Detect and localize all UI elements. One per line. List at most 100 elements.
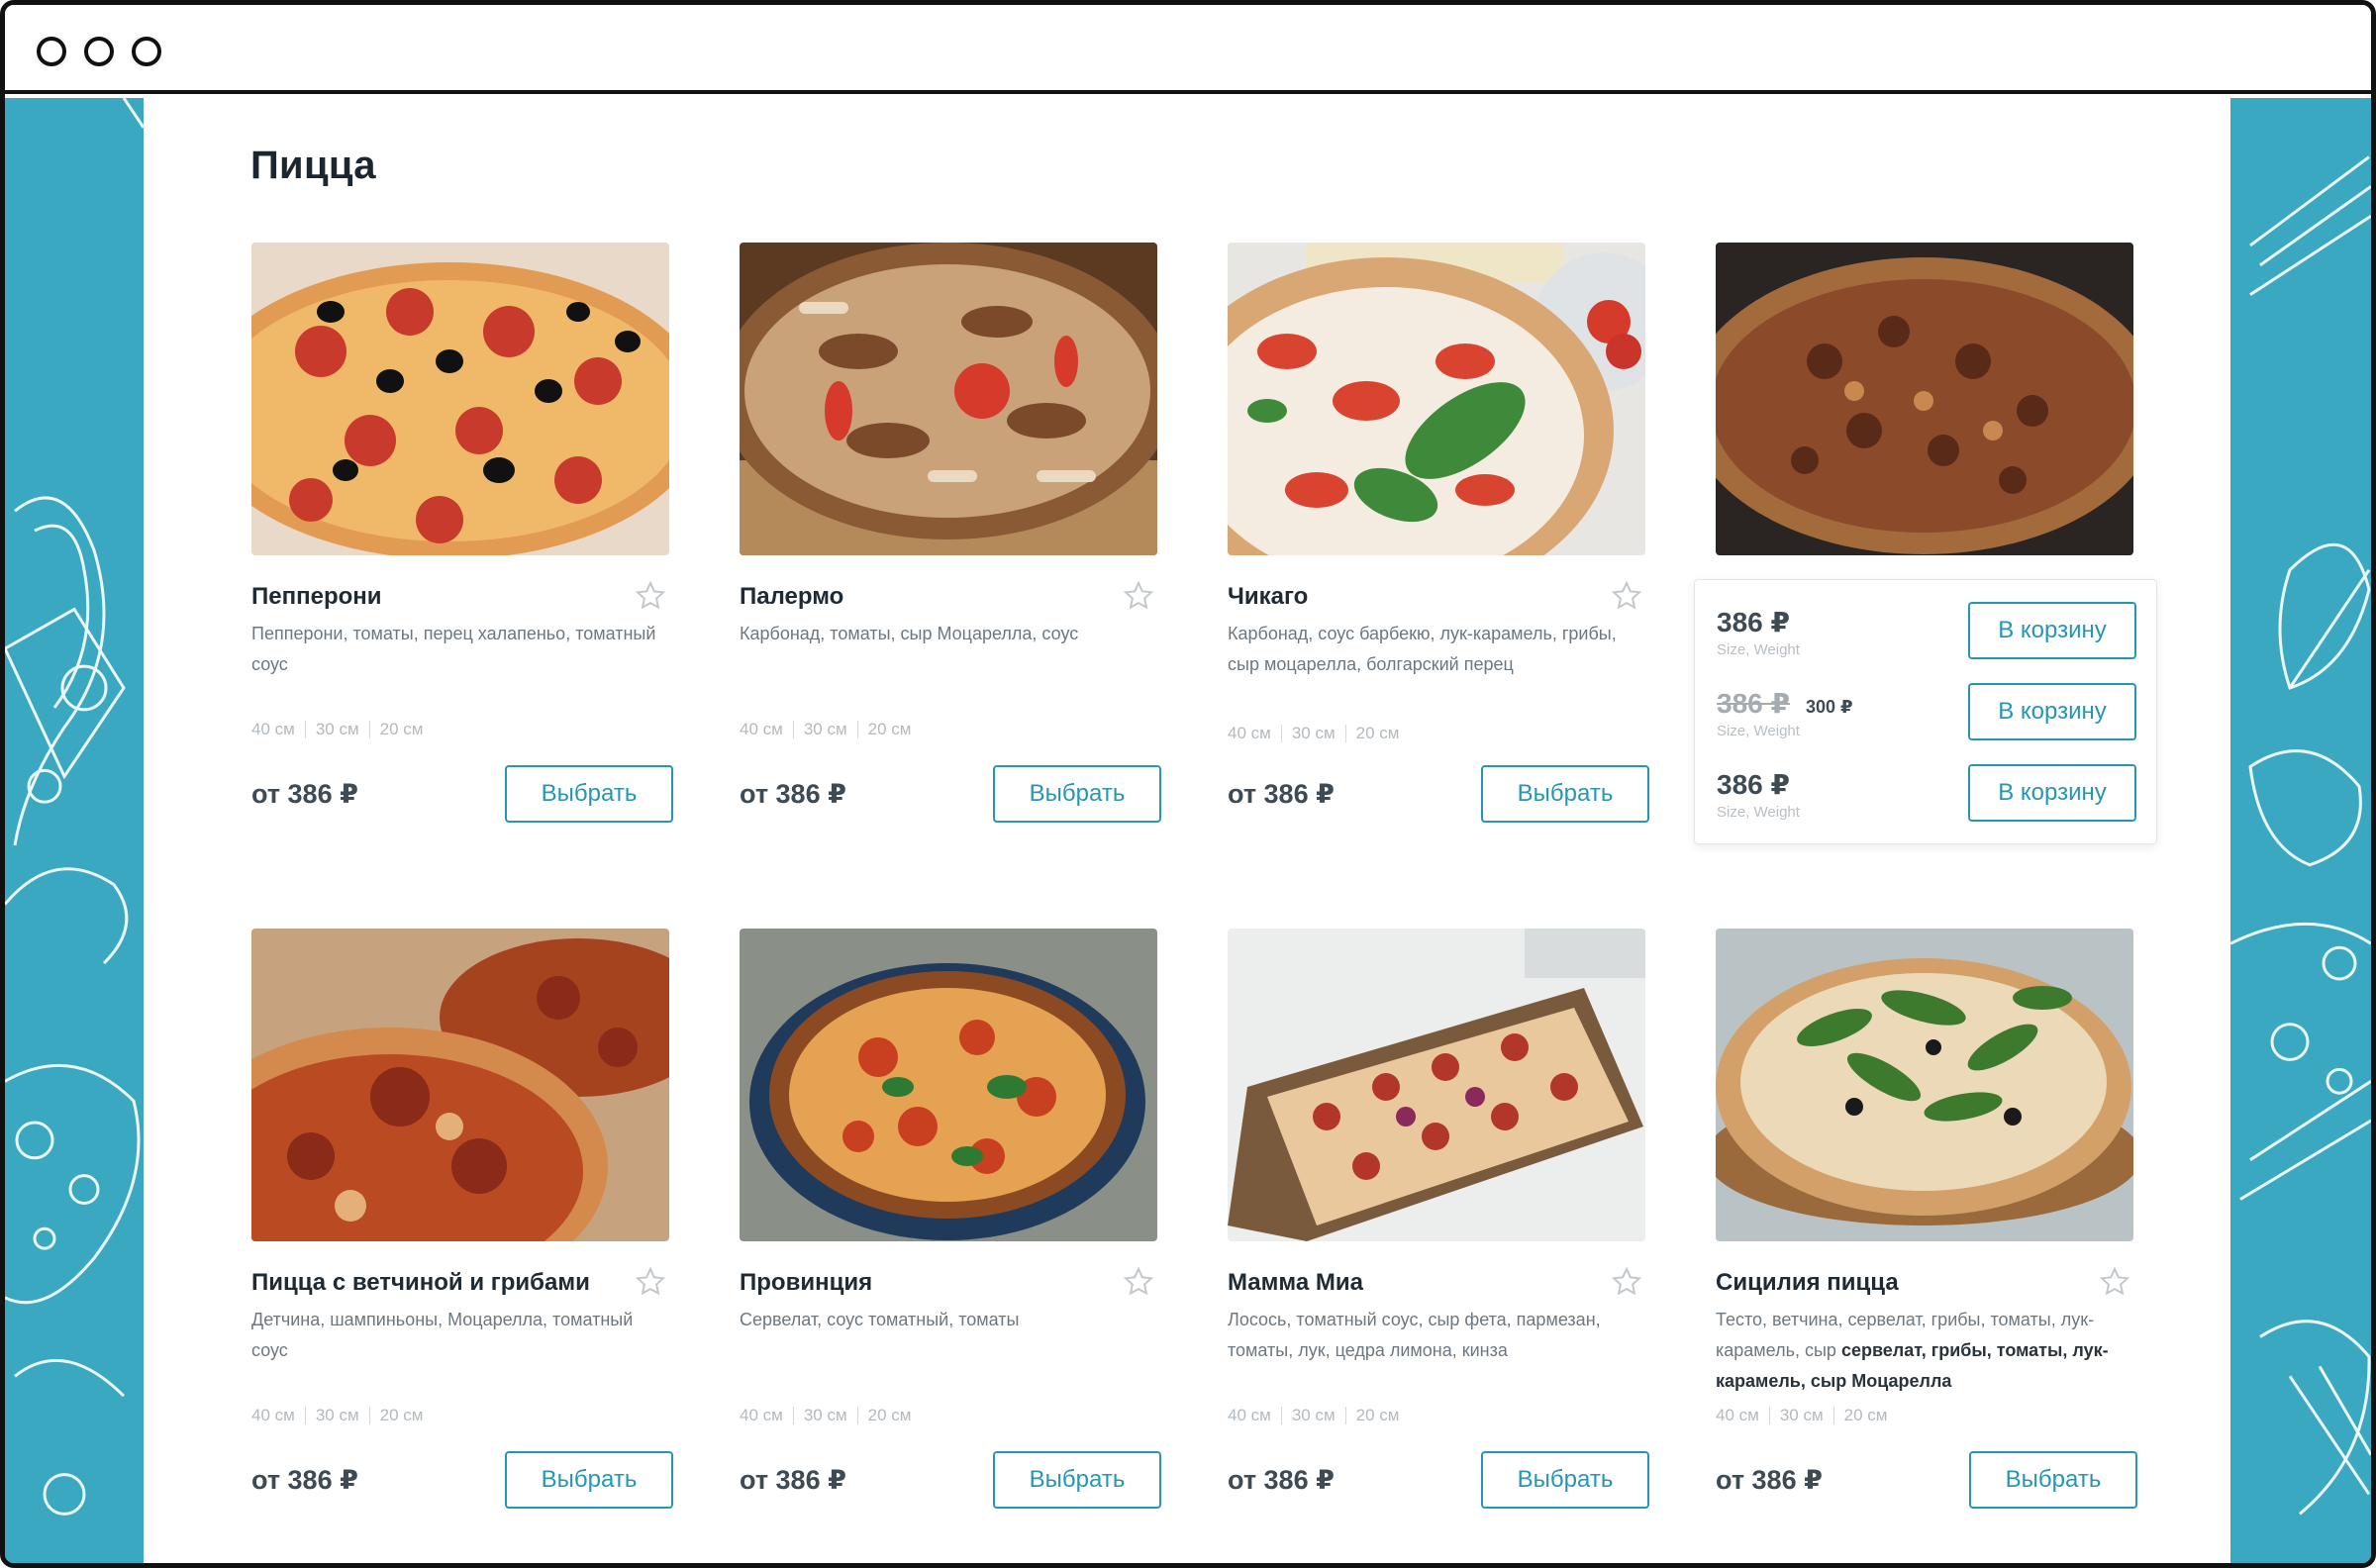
product-card[interactable]: Провинция Сервелат, соус томатный, томат… bbox=[740, 929, 1161, 1509]
size-options: 40 см 30 см 20 см bbox=[740, 1406, 911, 1425]
product-card[interactable] bbox=[1716, 243, 2135, 555]
product-description: Лосось, томатный соус, сыр фета, пармеза… bbox=[1228, 1310, 1601, 1360]
size-options: 40 см 30 см 20 см bbox=[251, 720, 423, 739]
size-options: 40 см 30 см 20 см bbox=[1228, 724, 1399, 743]
select-button[interactable]: Выбрать bbox=[505, 1451, 673, 1509]
size-option-row: 386 ₽ Size, Weight В корзину bbox=[1717, 764, 2136, 824]
add-to-cart-button[interactable]: В корзину bbox=[1968, 602, 2136, 659]
leaf-doodle-pattern bbox=[2230, 155, 2371, 1516]
size-options: 40 см 30 см 20 см bbox=[740, 720, 911, 739]
size-option[interactable]: 20 см bbox=[380, 1406, 424, 1425]
size-option[interactable]: 40 см bbox=[740, 1406, 783, 1425]
size-option[interactable]: 20 см bbox=[868, 1406, 912, 1425]
product-name[interactable]: Палермо bbox=[740, 583, 843, 611]
product-card[interactable]: Мамма Миа Лосось, томатный соус, сыр фет… bbox=[1228, 929, 1649, 1509]
product-photo[interactable] bbox=[740, 243, 1157, 555]
favorite-star-icon[interactable] bbox=[1122, 1265, 1155, 1299]
size-option[interactable]: 30 см bbox=[804, 720, 847, 739]
select-button[interactable]: Выбрать bbox=[505, 765, 673, 823]
product-price: от 386 ₽ bbox=[740, 1465, 846, 1495]
favorite-star-icon[interactable] bbox=[634, 1265, 667, 1299]
favorite-star-icon[interactable] bbox=[1610, 579, 1643, 613]
product-price: от 386 ₽ bbox=[1716, 1465, 1823, 1495]
browser-window: Пицца Пепперони Пепперони, томаты, перец… bbox=[0, 0, 2376, 1568]
product-photo[interactable] bbox=[1716, 929, 2133, 1241]
product-price: от 386 ₽ bbox=[1228, 1465, 1335, 1495]
product-photo[interactable] bbox=[1228, 929, 1645, 1241]
size-options: 40 см 30 см 20 см bbox=[251, 1406, 423, 1425]
product-description: Сервелат, соус томатный, томаты bbox=[740, 1310, 1020, 1329]
pizza-doodle-pattern bbox=[5, 98, 144, 1516]
size-option[interactable]: 20 см bbox=[868, 720, 912, 739]
favorite-star-icon[interactable] bbox=[2098, 1265, 2131, 1299]
size-option[interactable]: 20 см bbox=[1356, 724, 1400, 743]
product-card[interactable]: Пицца с ветчиной и грибами Детчина, шамп… bbox=[251, 929, 673, 1509]
size-option[interactable]: 30 см bbox=[1292, 724, 1336, 743]
option-price: 386 ₽ bbox=[1717, 769, 1790, 800]
select-button[interactable]: Выбрать bbox=[993, 1451, 1161, 1509]
size-option[interactable]: 40 см bbox=[1228, 724, 1271, 743]
size-option[interactable]: 30 см bbox=[1780, 1406, 1824, 1425]
size-option[interactable]: 40 см bbox=[251, 720, 295, 739]
size-popover: 386 ₽ Size, Weight В корзину 386 ₽ 300 ₽… bbox=[1694, 579, 2157, 844]
product-name[interactable]: Пицца с ветчиной и грибами bbox=[251, 1269, 590, 1297]
product-card[interactable]: Пепперони Пепперони, томаты, перец халап… bbox=[251, 243, 673, 823]
option-size-weight: Size, Weight bbox=[1717, 804, 1800, 821]
size-option[interactable]: 20 см bbox=[1356, 1406, 1400, 1425]
product-name[interactable]: Пепперони bbox=[251, 583, 382, 611]
product-photo[interactable] bbox=[251, 243, 669, 555]
product-description: Пепперони, томаты, перец халапеньо, тома… bbox=[251, 624, 656, 674]
product-card[interactable]: Чикаго Карбонад, соус барбекю, лук-карам… bbox=[1228, 243, 1649, 823]
product-name[interactable]: Чикаго bbox=[1228, 583, 1308, 611]
select-button[interactable]: Выбрать bbox=[1969, 1451, 2137, 1509]
product-name[interactable]: Сицилия пицца bbox=[1716, 1269, 1899, 1297]
product-description: Детчина, шампиньоны, Моцарелла, томатный… bbox=[251, 1310, 634, 1360]
product-price: от 386 ₽ bbox=[251, 779, 358, 809]
product-card[interactable]: Сицилия пицца Тесто, ветчина, сервелат, … bbox=[1716, 929, 2137, 1509]
size-option-row: 386 ₽ 300 ₽ Size, Weight В корзину bbox=[1717, 683, 2136, 742]
product-photo[interactable] bbox=[1716, 243, 2133, 555]
select-button[interactable]: Выбрать bbox=[993, 765, 1161, 823]
product-price: от 386 ₽ bbox=[1228, 779, 1335, 809]
size-option[interactable]: 40 см bbox=[1716, 1406, 1759, 1425]
product-description: Карбонад, соус барбекю, лук-карамель, гр… bbox=[1228, 624, 1617, 674]
select-button[interactable]: Выбрать bbox=[1481, 1451, 1649, 1509]
product-photo[interactable] bbox=[1228, 243, 1645, 555]
size-option[interactable]: 30 см bbox=[316, 720, 359, 739]
product-price: от 386 ₽ bbox=[740, 779, 846, 809]
left-decor-panel bbox=[5, 98, 144, 1563]
window-close-dot[interactable] bbox=[37, 37, 66, 66]
size-option[interactable]: 30 см bbox=[1292, 1406, 1336, 1425]
size-option[interactable]: 30 см bbox=[804, 1406, 847, 1425]
size-option[interactable]: 20 см bbox=[380, 720, 424, 739]
size-option[interactable]: 30 см bbox=[316, 1406, 359, 1425]
size-options: 40 см 30 см 20 см bbox=[1228, 1406, 1399, 1425]
size-options: 40 см 30 см 20 см bbox=[1716, 1406, 1887, 1425]
size-option[interactable]: 20 см bbox=[1844, 1406, 1888, 1425]
size-option[interactable]: 40 см bbox=[251, 1406, 295, 1425]
select-button[interactable]: Выбрать bbox=[1481, 765, 1649, 823]
product-name[interactable]: Провинция bbox=[740, 1269, 872, 1297]
product-card[interactable]: Палермо Карбонад, томаты, сыр Моцарелла,… bbox=[740, 243, 1161, 823]
size-option-row: 386 ₽ Size, Weight В корзину bbox=[1717, 602, 2136, 661]
right-decor-panel bbox=[2230, 98, 2371, 1563]
size-option[interactable]: 40 см bbox=[740, 720, 783, 739]
product-price: от 386 ₽ bbox=[251, 1465, 358, 1495]
favorite-star-icon[interactable] bbox=[1122, 579, 1155, 613]
product-description: Карбонад, томаты, сыр Моцарелла, соус bbox=[740, 624, 1079, 643]
add-to-cart-button[interactable]: В корзину bbox=[1968, 683, 2136, 740]
option-new-price: 300 ₽ bbox=[1806, 697, 1853, 717]
favorite-star-icon[interactable] bbox=[634, 579, 667, 613]
product-name[interactable]: Мамма Миа bbox=[1228, 1269, 1363, 1297]
window-maximize-dot[interactable] bbox=[132, 37, 161, 66]
product-description: Тесто, ветчина, сервелат, грибы, томаты,… bbox=[1716, 1310, 2109, 1391]
favorite-star-icon[interactable] bbox=[1610, 1265, 1643, 1299]
product-photo[interactable] bbox=[251, 929, 669, 1241]
add-to-cart-button[interactable]: В корзину bbox=[1968, 764, 2136, 822]
window-minimize-dot[interactable] bbox=[84, 37, 114, 66]
option-size-weight: Size, Weight bbox=[1717, 641, 1800, 658]
option-size-weight: Size, Weight bbox=[1717, 723, 1800, 739]
product-photo[interactable] bbox=[740, 929, 1157, 1241]
browser-titlebar bbox=[5, 5, 2371, 94]
size-option[interactable]: 40 см bbox=[1228, 1406, 1271, 1425]
